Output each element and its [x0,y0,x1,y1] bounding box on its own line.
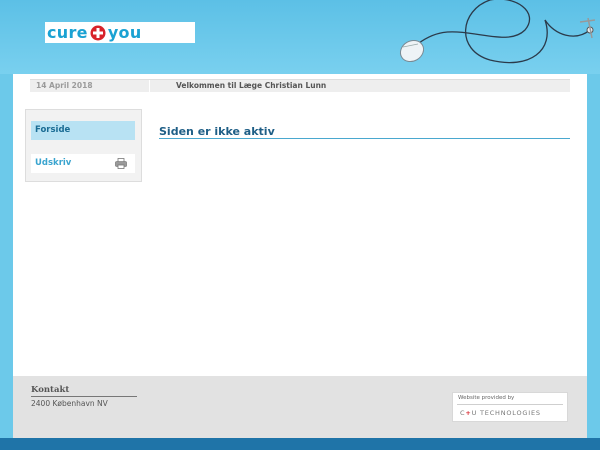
contact-divider [31,396,137,397]
sidebar-item-label: Forside [35,125,71,135]
logo-text-cure: cure [47,22,88,42]
title-underline [159,138,570,139]
sidebar-item-udskriv[interactable]: Udskriv [31,154,135,173]
mouse-stethoscope-illustration [399,0,596,64]
contact-address: 2400 København NV [31,399,108,408]
bottom-strip [0,438,600,450]
logo-text-you: you [107,22,142,42]
contact-heading: Kontakt [31,385,70,395]
printer-icon [115,158,127,169]
c4u-technologies-logo: C+U TECHNOLOGIES [460,409,541,417]
page-container: 14 April 2018 Velkommen til Læge Christi… [13,74,587,438]
site-header: cure you [0,0,600,74]
cure4you-logo[interactable]: cure you [45,22,195,43]
provider-badge[interactable]: Website provided by C+U TECHNOLOGIES [452,392,568,422]
top-info-bar: 14 April 2018 Velkommen til Læge Christi… [30,79,570,92]
current-date: 14 April 2018 [36,81,93,90]
red-cross-icon [90,25,106,40]
sidebar-item-label: Udskriv [35,158,72,168]
footer: Kontakt 2400 København NV Website provid… [13,376,587,438]
page-title: Siden er ikke aktiv [159,125,275,138]
provider-label: Website provided by [458,395,515,401]
welcome-message: Velkommen til Læge Christian Lunn [176,81,327,90]
sidebar-nav: Forside Udskriv [25,109,142,182]
sidebar-item-forside[interactable]: Forside [31,121,135,140]
topbar-divider [149,80,150,92]
logo-wordmark: cure you [47,22,142,42]
provider-divider [457,404,563,405]
provider-name-suffix: U TECHNOLOGIES [471,409,541,417]
